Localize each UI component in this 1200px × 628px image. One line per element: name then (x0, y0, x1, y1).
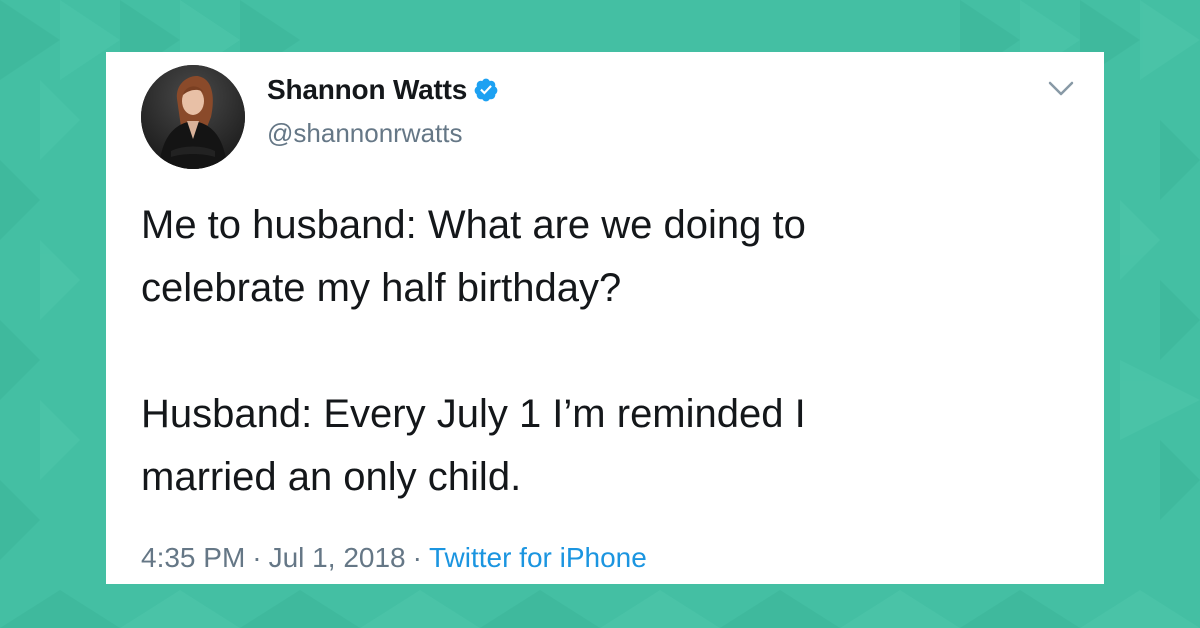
meta-separator: · (252, 542, 262, 573)
tweet-time[interactable]: 4:35 PM (141, 542, 245, 573)
tweet-paragraph: Me to husband: What are we doing to cele… (141, 203, 806, 310)
avatar[interactable] (141, 65, 245, 169)
author-display-name[interactable]: Shannon Watts (267, 74, 467, 106)
avatar-image (141, 65, 245, 169)
tweet-paragraph: Husband: Every July 1 I’m reminded I mar… (141, 392, 806, 499)
tweet-date[interactable]: Jul 1, 2018 (269, 542, 406, 573)
tweet-text: Me to husband: What are we doing to cele… (141, 194, 1071, 509)
verified-badge-icon (474, 78, 498, 102)
tweet-source-link[interactable]: Twitter for iPhone (429, 542, 647, 573)
tweet-card: Shannon Watts @shannonrwatts Me to husba… (106, 52, 1104, 584)
meta-separator: · (412, 542, 422, 573)
author-name-row[interactable]: Shannon Watts (267, 74, 499, 106)
author-handle[interactable]: @shannonrwatts (267, 118, 463, 149)
chevron-down-icon[interactable] (1048, 80, 1074, 98)
tweet-meta: 4:35 PM · Jul 1, 2018 · Twitter for iPhone (141, 542, 647, 574)
